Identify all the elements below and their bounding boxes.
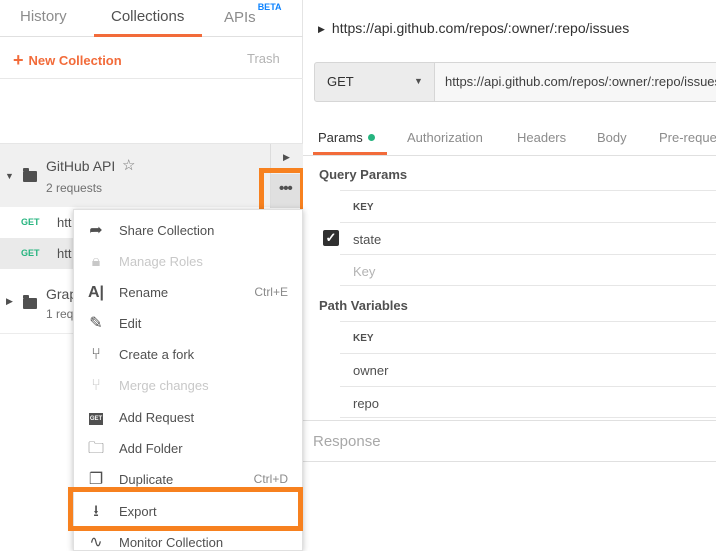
- caret-down-icon[interactable]: ▼: [5, 171, 14, 181]
- add-folder-icon: 🗀: [87, 440, 104, 457]
- menu-item-label: Rename: [119, 285, 169, 300]
- menu-item-add-folder[interactable]: 🗀 Add Folder: [74, 433, 304, 464]
- table-row: owner: [340, 353, 716, 385]
- caret-right-icon[interactable]: ▶: [6, 296, 13, 307]
- merge-icon: ⑂: [91, 377, 101, 394]
- param-key[interactable]: state: [353, 232, 381, 247]
- pulse-icon: ∿: [89, 534, 103, 551]
- menu-item-create-fork[interactable]: ⑂ Create a fork: [74, 339, 304, 370]
- collection-github-api[interactable]: ▼ GitHub API ☆ 2 requests ▶ •••: [0, 143, 303, 208]
- menu-item-manage-roles[interactable]: 🔒︎ Manage Roles: [74, 246, 304, 277]
- request-title[interactable]: ▶ https://api.github.com/repos/:owner/:re…: [318, 20, 629, 36]
- request-url: htt: [57, 215, 72, 230]
- collection-name: GitHub API: [46, 158, 116, 174]
- param-checkbox[interactable]: ✓: [323, 230, 339, 246]
- variable-key[interactable]: repo: [353, 396, 379, 411]
- star-icon[interactable]: ☆: [122, 156, 135, 174]
- request-title-text: https://api.github.com/repos/:owner/:rep…: [331, 20, 630, 36]
- pencil-icon: ✎: [89, 315, 103, 332]
- key-column-header: KEY: [353, 202, 374, 213]
- plus-icon: +: [13, 50, 24, 70]
- query-params-header: KEY: [340, 190, 716, 222]
- folder-icon: [23, 168, 37, 182]
- request-url: htt: [57, 246, 72, 261]
- menu-item-shortcut: Ctrl+E: [254, 285, 288, 299]
- menu-item-label: Add Folder: [119, 441, 183, 456]
- response-title: Response: [313, 433, 381, 450]
- more-button-highlight: [259, 168, 305, 214]
- method-value: GET: [327, 74, 354, 89]
- caret-right-icon: ▶: [318, 24, 325, 34]
- url-input[interactable]: https://api.github.com/repos/:owner/:rep…: [435, 62, 716, 102]
- menu-item-label: Manage Roles: [119, 254, 203, 269]
- export-highlight: [68, 487, 303, 531]
- new-collection-bar: + New Collection Trash: [0, 38, 303, 79]
- menu-item-edit[interactable]: ✎ Edit: [74, 308, 304, 339]
- request-panel: ▶ https://api.github.com/repos/:owner/:re…: [303, 0, 716, 551]
- query-params-title: Query Params: [319, 167, 408, 182]
- param-key-placeholder[interactable]: Key: [353, 264, 375, 279]
- response-section[interactable]: Response: [303, 420, 716, 462]
- menu-item-merge-changes[interactable]: ⑂ Merge changes: [74, 370, 304, 401]
- tab-collections[interactable]: Collections: [111, 8, 184, 25]
- tab-apis[interactable]: APIsBETA: [224, 2, 282, 26]
- menu-item-share-collection[interactable]: ➦ Share Collection: [74, 215, 304, 246]
- tab-authorization[interactable]: Authorization: [407, 130, 483, 145]
- menu-item-rename[interactable]: A| Rename Ctrl+E: [74, 277, 304, 308]
- menu-item-label: Duplicate: [119, 472, 174, 487]
- rename-cursor-icon: A|: [87, 284, 105, 301]
- sidebar-tabs: History Collections APIsBETA: [0, 0, 303, 37]
- share-arrow-icon: ➦: [89, 222, 103, 239]
- collection-request-count: 1 req: [46, 307, 74, 321]
- table-row: state: [340, 222, 716, 254]
- url-value: https://api.github.com/repos/:owner/:rep…: [445, 74, 716, 89]
- menu-item-label: Share Collection: [119, 223, 215, 238]
- table-row: Key: [340, 254, 716, 286]
- chevron-down-icon: ▼: [414, 76, 423, 86]
- path-variables-title: Path Variables: [319, 298, 408, 313]
- active-tab-indicator: [313, 152, 387, 155]
- request-method: GET: [21, 217, 40, 227]
- menu-item-shortcut: Ctrl+D: [253, 472, 288, 486]
- menu-item-label: Create a fork: [119, 347, 195, 362]
- caret-right-icon: ▶: [283, 152, 290, 162]
- method-select[interactable]: GET ▼: [314, 62, 435, 102]
- folder-icon: [23, 295, 37, 309]
- tab-body[interactable]: Body: [597, 130, 627, 145]
- new-collection-button[interactable]: + New Collection: [13, 49, 122, 70]
- beta-badge: BETA: [257, 2, 282, 12]
- menu-item-label: Add Request: [119, 410, 195, 425]
- trash-button[interactable]: Trash: [247, 51, 280, 66]
- lock-icon: 🔒︎: [91, 253, 101, 270]
- menu-item-label: Merge changes: [119, 378, 209, 393]
- menu-item-add-request[interactable]: GET Add Request: [74, 402, 304, 433]
- tab-pre-request[interactable]: Pre-reque: [659, 130, 716, 145]
- tab-headers[interactable]: Headers: [517, 130, 566, 145]
- tab-history[interactable]: History: [20, 8, 67, 25]
- params-status-dot: [367, 134, 375, 141]
- tab-params-label: Params: [318, 130, 363, 145]
- tab-apis-label: APIs: [224, 9, 256, 26]
- collection-request-count: 2 requests: [46, 181, 103, 195]
- menu-item-label: Edit: [119, 316, 142, 331]
- variable-key[interactable]: owner: [353, 363, 388, 378]
- fork-icon: ⑂: [91, 346, 101, 363]
- key-column-header: KEY: [353, 333, 374, 344]
- get-chip: GET: [88, 413, 104, 425]
- request-method: GET: [21, 248, 40, 258]
- path-variables-header: KEY: [340, 321, 716, 353]
- new-collection-label: New Collection: [28, 53, 122, 68]
- request-tabs: Params Authorization Headers Body Pre-re…: [303, 120, 716, 156]
- active-tab-indicator: [94, 34, 202, 37]
- menu-item-label: Monitor Collection: [119, 535, 224, 550]
- table-row: repo: [340, 386, 716, 418]
- get-request-icon: GET: [86, 408, 106, 428]
- tab-params[interactable]: Params: [318, 130, 375, 145]
